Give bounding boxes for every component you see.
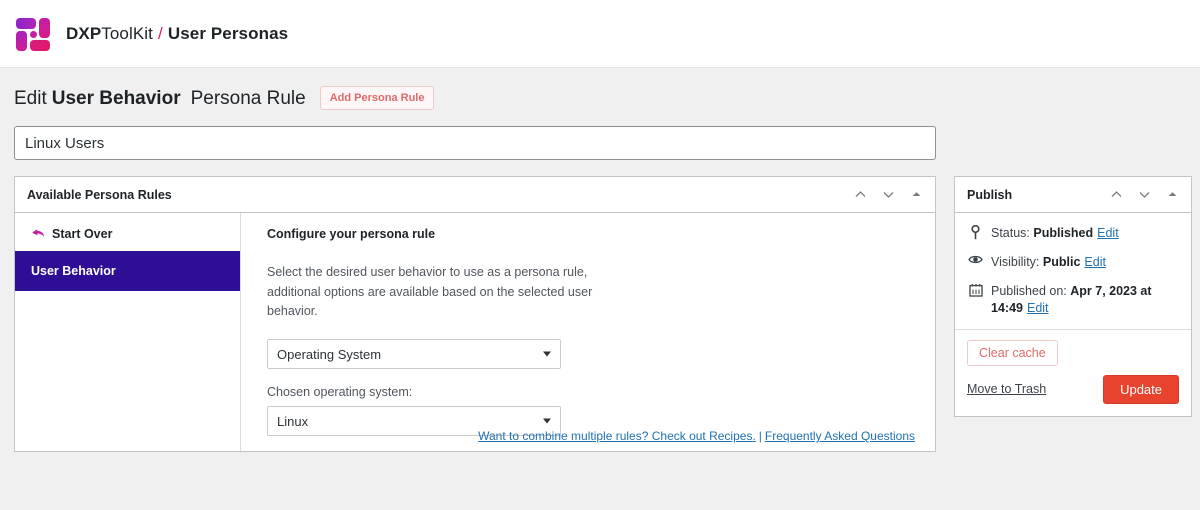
- os-field-label: Chosen operating system:: [267, 385, 413, 400]
- publish-visibility-label: Visibility:: [991, 255, 1040, 270]
- publish-box-header: Publish: [955, 177, 1191, 214]
- brand-name-strong: DXP: [66, 23, 102, 43]
- publish-box-footer: Clear cache Move to Trash Update: [955, 330, 1191, 416]
- page-content: Edit User Behavior Persona Rule Add Pers…: [0, 68, 1200, 453]
- faq-link[interactable]: Frequently Asked Questions: [765, 429, 915, 443]
- publish-box: Publish Status: Published Edit Visibilit…: [954, 176, 1192, 417]
- sidebar-item-user-behavior[interactable]: User Behavior: [15, 251, 240, 292]
- configure-heading: Configure your persona rule: [267, 227, 436, 242]
- brand-name-light: ToolKit: [101, 23, 153, 43]
- dxp-logo-icon[interactable]: [14, 15, 52, 53]
- available-persona-rules-box: Available Persona Rules Start Over User …: [14, 176, 936, 453]
- os-select-value: Linux: [277, 413, 309, 429]
- publish-date-text: Published on: Apr 7, 2023 at 14:49 Edit: [991, 283, 1179, 317]
- rules-box-tools: [851, 186, 925, 204]
- publish-visibility-edit-link[interactable]: Edit: [1084, 255, 1106, 269]
- publish-visibility-value: Public: [1042, 255, 1081, 270]
- calendar-icon: [967, 283, 984, 297]
- recipes-link[interactable]: Want to combine multiple rules? Check ou…: [478, 429, 756, 443]
- back-arrow-icon: [31, 228, 45, 240]
- link-separator: |: [758, 429, 762, 444]
- publish-date-label: Published on:: [991, 284, 1067, 299]
- publish-visibility-text: Visibility: Public Edit: [991, 254, 1106, 271]
- publish-date-edit-link[interactable]: Edit: [1027, 301, 1049, 315]
- behavior-select[interactable]: Operating System: [267, 339, 561, 370]
- publish-status-text: Status: Published Edit: [991, 225, 1119, 242]
- breadcrumb-page-name: User Personas: [167, 23, 289, 43]
- chevron-down-icon[interactable]: [1135, 186, 1153, 204]
- side-column: Publish Status: Published Edit Visibilit…: [954, 176, 1192, 417]
- rules-nav: Start Over User Behavior: [15, 213, 241, 452]
- brand-breadcrumb: DXPToolKit / User Personas: [66, 24, 288, 44]
- content-columns: Available Persona Rules Start Over User …: [14, 176, 1192, 453]
- move-to-trash-link[interactable]: Move to Trash: [967, 382, 1046, 396]
- page-title-strong: User Behavior: [51, 87, 181, 109]
- publish-box-title: Publish: [967, 187, 1013, 202]
- sidebar-item-label: User Behavior: [31, 264, 116, 279]
- publish-date-row: Published on: Apr 7, 2023 at 14:49 Edit: [967, 283, 1179, 317]
- chevron-up-icon[interactable]: [851, 186, 869, 204]
- page-title-suffix: Persona Rule: [190, 87, 306, 109]
- clear-cache-button[interactable]: Clear cache: [967, 339, 1058, 366]
- publish-box-tools: [1107, 186, 1181, 204]
- eye-icon: [967, 254, 984, 265]
- publish-status-edit-link[interactable]: Edit: [1097, 226, 1119, 240]
- page-title-prefix: Edit: [14, 87, 47, 109]
- publish-actions: Move to Trash Update: [967, 374, 1179, 404]
- publish-status-row: Status: Published Edit: [967, 225, 1179, 242]
- update-button[interactable]: Update: [1103, 374, 1179, 404]
- pin-icon: [967, 225, 984, 240]
- start-over-label: Start Over: [52, 227, 113, 242]
- main-column: Available Persona Rules Start Over User …: [14, 176, 936, 453]
- rules-box-body: Start Over User Behavior Configure your …: [15, 213, 935, 452]
- publish-status-value: Published: [1033, 226, 1094, 241]
- publish-status-label: Status:: [991, 226, 1030, 241]
- top-bar: DXPToolKit / User Personas: [0, 0, 1200, 68]
- chevron-down-icon[interactable]: [879, 186, 897, 204]
- rules-box-title: Available Persona Rules: [27, 187, 172, 202]
- configure-description: Select the desired user behavior to use …: [267, 265, 593, 319]
- publish-box-body: Status: Published Edit Visibility: Publi…: [955, 213, 1191, 330]
- behavior-select-value: Operating System: [277, 346, 382, 362]
- behavior-select-wrap: Operating System: [267, 339, 561, 370]
- breadcrumb-separator: /: [158, 23, 163, 43]
- rules-content: Configure your persona rule Select the d…: [241, 213, 935, 451]
- page-title: Edit User Behavior Persona Rule Add Pers…: [14, 86, 1186, 111]
- add-persona-rule-button[interactable]: Add Persona Rule: [319, 86, 435, 111]
- publish-visibility-row: Visibility: Public Edit: [967, 254, 1179, 271]
- start-over-button[interactable]: Start Over: [15, 219, 240, 251]
- caret-up-toggle-icon[interactable]: [907, 186, 925, 204]
- rules-box-header: Available Persona Rules: [15, 177, 935, 214]
- rules-footer-links: Want to combine multiple rules? Check ou…: [478, 429, 915, 443]
- persona-title-input[interactable]: [14, 126, 936, 161]
- chevron-up-icon[interactable]: [1107, 186, 1125, 204]
- caret-up-toggle-icon[interactable]: [1163, 186, 1181, 204]
